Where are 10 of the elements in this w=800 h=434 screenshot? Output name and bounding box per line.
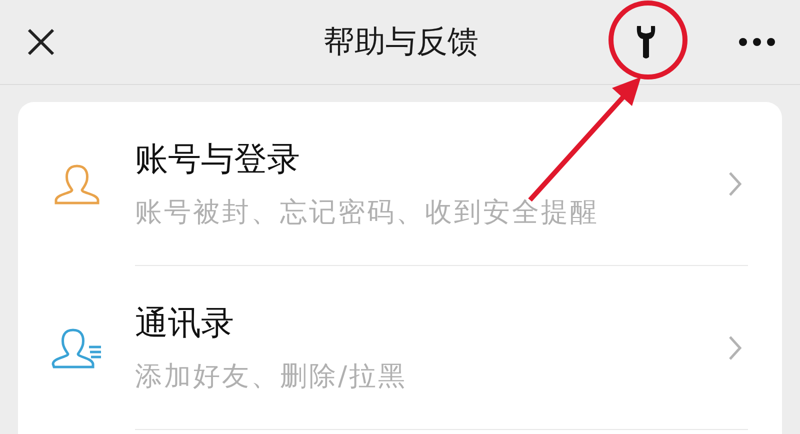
- close-icon[interactable]: [26, 27, 56, 57]
- item-description: 添加好友、删除/拉黑: [135, 360, 408, 394]
- item-description: 账号被封、忘记密码、收到安全提醒: [135, 196, 600, 230]
- person-icon: [52, 163, 100, 205]
- page-title: 帮助与反馈: [324, 23, 478, 62]
- more-icon[interactable]: [738, 37, 776, 47]
- item-title: 账号与登录: [135, 138, 301, 180]
- wrench-icon[interactable]: [636, 24, 656, 60]
- item-title: 通讯录: [135, 302, 235, 344]
- contact-list-icon: [50, 327, 102, 369]
